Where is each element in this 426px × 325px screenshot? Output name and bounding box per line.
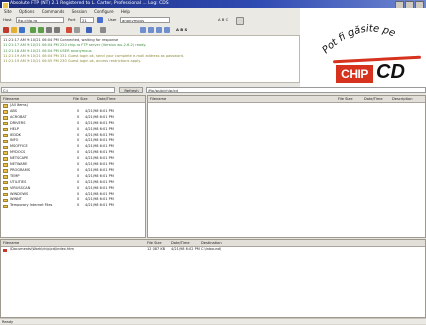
filter-icon[interactable] [156,27,162,33]
col-size[interactable]: File Size [73,96,88,102]
col-description[interactable]: Description [392,96,412,102]
folder-icon [3,192,8,197]
remote-file-pane: Filename File Size Date/Time Description [147,95,426,238]
col-date[interactable]: Date/Time [97,96,116,102]
folder-icon [3,204,8,209]
window-title: Absolute FTP (NT) 2.1 Registered to L. C… [10,1,169,6]
host-label: Host [3,17,12,22]
minimize-button[interactable] [395,1,404,8]
folder-icon [3,169,8,173]
remote-path-field[interactable]: /ftp/pub/chip/cd [146,87,426,93]
chip-arc-text: Pot fi găsite pe [321,23,397,56]
folder-icon[interactable] [11,27,17,33]
local-path-field[interactable]: C:\ [1,87,115,93]
folder-icon [3,180,8,185]
sort-icon[interactable] [164,27,170,33]
folder-icon [3,133,8,138]
col-destination[interactable]: Destination [201,240,222,246]
maximize-button[interactable] [405,1,414,8]
folder-icon [3,116,8,120]
chip-cd-text: CD [376,61,405,83]
item-name: Temporary Internet Files [10,203,53,208]
folder-icon [3,139,8,144]
folder-icon [3,151,8,155]
col-filename[interactable]: Filename [3,240,19,246]
menu-item-commands[interactable]: Commands [42,9,65,14]
title-bar: Absolute FTP (NT) 2.1 Registered to L. C… [0,0,426,8]
rename-icon[interactable] [74,27,80,33]
col-filename[interactable]: Filename [3,96,19,102]
local-file-pane: Filename File Size Date/Time (All Items)… [0,95,146,238]
back-icon[interactable] [46,27,52,33]
col-date[interactable]: Date/Time [364,96,383,102]
folder-icon [3,186,8,191]
menu-item-configure[interactable]: Configure [94,9,113,14]
folder-icon [3,121,8,126]
folder-icon [3,145,8,150]
upload-icon[interactable] [30,27,36,33]
chip-arc-label: Pot fi găsite pe [321,23,397,56]
transfer-mode-label[interactable]: A B C [218,17,228,23]
local-header: Filename File Size Date/Time [1,96,145,103]
log-line: 11:21:19 AM 9:10/21 06:05 PM 230 Guest l… [3,59,142,64]
delete-icon[interactable] [66,27,72,33]
queue-date: 4/21/98 6:02 PM [171,247,200,251]
queue-row[interactable]: \Documents\Work\chip\cd\index.htm 12 087… [1,247,425,253]
mode-toggle[interactable]: A B S [176,27,187,33]
col-date[interactable]: Date/Time [171,240,190,246]
remote-header: Filename File Size Date/Time Description [148,96,425,103]
connect-icon[interactable] [97,17,103,23]
queue-filename: \Documents\Work\chip\cd\index.htm [10,247,74,251]
folder-icon [3,198,8,203]
close-button[interactable] [415,1,424,8]
port-field[interactable]: 21 [80,17,94,23]
col-size[interactable]: File Size [147,240,162,246]
sync-icon[interactable] [140,27,146,33]
chip-logo: CHIP [336,65,373,83]
user-label: User [108,17,117,22]
folder-icon [3,163,8,167]
svg-text:Pot fi găsite pe: Pot fi găsite pe [321,23,397,56]
compare-icon[interactable] [148,27,154,33]
menu-item-session[interactable]: Session [72,9,87,14]
queue-destination: C:\inbound\ [201,247,222,251]
queue-header: Filename File Size Date/Time Destination [1,240,425,247]
item-date: 4/21/98 6:01 PM [85,203,114,208]
transfer-icon [3,248,7,252]
queue-size: 12 087 KB [147,247,166,251]
folder-icon [3,127,8,132]
col-filename[interactable]: Filename [150,96,166,102]
window-controls [395,1,424,8]
folder-icon [3,175,8,179]
transfer-queue-pane: Filename File Size Date/Time Destination… [0,239,426,318]
folder-icon [3,104,8,108]
refresh-icon[interactable] [19,27,25,33]
menu-item-help[interactable]: Help [121,9,130,14]
properties-icon[interactable] [100,27,106,33]
folder-icon [3,157,8,161]
options-icon[interactable] [236,17,244,25]
app-window: Absolute FTP (NT) 2.1 Registered to L. C… [0,0,426,324]
session-log: 11:21:17 AM 9:10/21 06:04 PM Connected, … [0,35,300,83]
folder-icon [3,110,8,114]
status-bar: Ready [0,318,426,324]
menu-item-site[interactable]: Site [4,9,12,14]
port-label: Port [68,17,76,22]
view-icon[interactable] [86,27,92,33]
download-icon[interactable] [38,27,44,33]
user-field[interactable]: anonymous [120,17,170,23]
forward-icon[interactable] [54,27,60,33]
col-size[interactable]: File Size [338,96,353,102]
item-size: 0 [77,203,80,208]
refresh-button[interactable]: Refresh [119,87,143,93]
stop-icon[interactable] [3,27,9,33]
list-item[interactable]: Temporary Internet Files 0 4/21/98 6:01 PM [1,203,145,209]
host-field[interactable]: ftp.chip.ro [16,17,64,23]
menu-item-options[interactable]: Options [19,9,34,14]
